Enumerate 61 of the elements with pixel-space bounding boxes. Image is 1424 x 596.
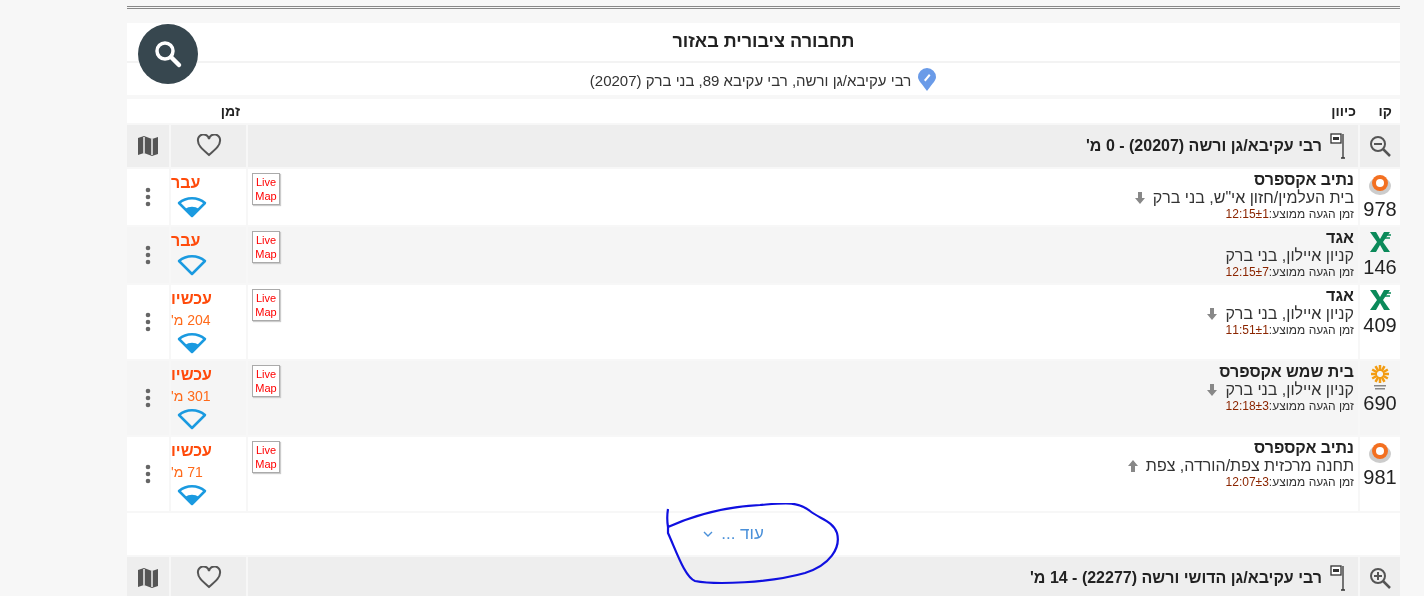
line-number: 981 bbox=[1363, 466, 1397, 489]
cross-logo-icon bbox=[1368, 230, 1392, 254]
more-menu-icon[interactable] bbox=[145, 245, 151, 265]
cross-logo-icon bbox=[1368, 288, 1392, 312]
down-arrow-icon bbox=[1207, 384, 1218, 396]
operator-name: נתיב אקספרס bbox=[1254, 171, 1354, 189]
heart-icon[interactable] bbox=[195, 566, 222, 590]
destination: תחנה מרכזית צפת/הורדה, צפת bbox=[1145, 457, 1354, 475]
line-number: 409 bbox=[1363, 314, 1397, 337]
sunburst-logo-icon bbox=[1368, 364, 1392, 390]
map-icon[interactable] bbox=[136, 134, 160, 158]
column-header: זמן bbox=[219, 103, 241, 119]
zoom-in-icon[interactable] bbox=[1368, 566, 1392, 590]
live-map-button[interactable]: Live Map bbox=[252, 173, 280, 205]
search-button[interactable] bbox=[138, 24, 198, 84]
bus-stop-icon bbox=[1330, 133, 1346, 159]
operator-name: בית שמש אקספרס bbox=[1219, 363, 1354, 381]
down-arrow-icon bbox=[1134, 192, 1145, 204]
column-header: כיוון bbox=[1330, 103, 1357, 119]
line-number: 690 bbox=[1363, 392, 1397, 415]
destination: קניון איילון, בני ברק bbox=[1225, 381, 1354, 399]
destination: קניון איילון, בני ברק bbox=[1225, 305, 1354, 323]
arrival-status: עבר bbox=[171, 174, 201, 192]
zoom-out-icon[interactable] bbox=[1368, 134, 1392, 158]
distance: 204 מ' bbox=[171, 312, 211, 328]
more-menu-icon[interactable] bbox=[145, 388, 151, 408]
live-map-button[interactable]: Live Map bbox=[252, 365, 280, 397]
arrival-status: עכשיו bbox=[171, 290, 212, 308]
chevron-down-icon bbox=[703, 530, 714, 538]
column-header: קו bbox=[1377, 103, 1393, 119]
line-number: 978 bbox=[1363, 198, 1397, 221]
station-name[interactable]: רבי עקיבא/גן ורשה (20207) - 0 מ' bbox=[1086, 137, 1322, 155]
more-link[interactable]: עוד ... bbox=[703, 524, 764, 544]
bus-stop-icon bbox=[1330, 565, 1346, 591]
live-map-button[interactable]: Live Map bbox=[252, 289, 280, 321]
station-address: רבי עקיבא/גן ורשה, רבי עקיבא 89, בני ברק (20207) bbox=[589, 71, 912, 89]
more-menu-icon[interactable] bbox=[145, 187, 151, 207]
distance: 71 מ' bbox=[171, 464, 203, 480]
live-map-button[interactable]: Live Map bbox=[252, 231, 280, 263]
arrival-status: עכשיו bbox=[171, 366, 212, 384]
distance: 301 מ' bbox=[171, 388, 211, 404]
search-icon bbox=[153, 39, 183, 69]
more-menu-icon[interactable] bbox=[145, 312, 151, 332]
line-number: 146 bbox=[1363, 256, 1397, 279]
operator-name: אגד bbox=[1326, 287, 1354, 305]
up-arrow-icon bbox=[1127, 460, 1138, 472]
ring-logo-icon bbox=[1368, 440, 1392, 464]
map-icon[interactable] bbox=[136, 566, 160, 590]
down-arrow-icon bbox=[1207, 308, 1218, 320]
heart-icon[interactable] bbox=[195, 134, 222, 158]
arrival-status: עכשיו bbox=[171, 442, 212, 460]
live-map-button[interactable]: Live Map bbox=[252, 441, 280, 473]
station-name[interactable]: רבי עקיבא/גן הדושי ורשה (22277) - 14 מ' bbox=[1030, 569, 1322, 587]
operator-name: אגד bbox=[1326, 229, 1354, 247]
destination: בית העלמין/חזון אי"ש, בני ברק bbox=[1152, 189, 1354, 207]
more-menu-icon[interactable] bbox=[145, 464, 151, 484]
destination: קניון איילון, בני ברק bbox=[1225, 247, 1354, 265]
operator-name: נתיב אקספרס bbox=[1254, 439, 1354, 457]
ring-logo-icon bbox=[1368, 172, 1392, 196]
location-pin-icon bbox=[917, 68, 938, 92]
arrival-status: עבר bbox=[171, 232, 201, 250]
